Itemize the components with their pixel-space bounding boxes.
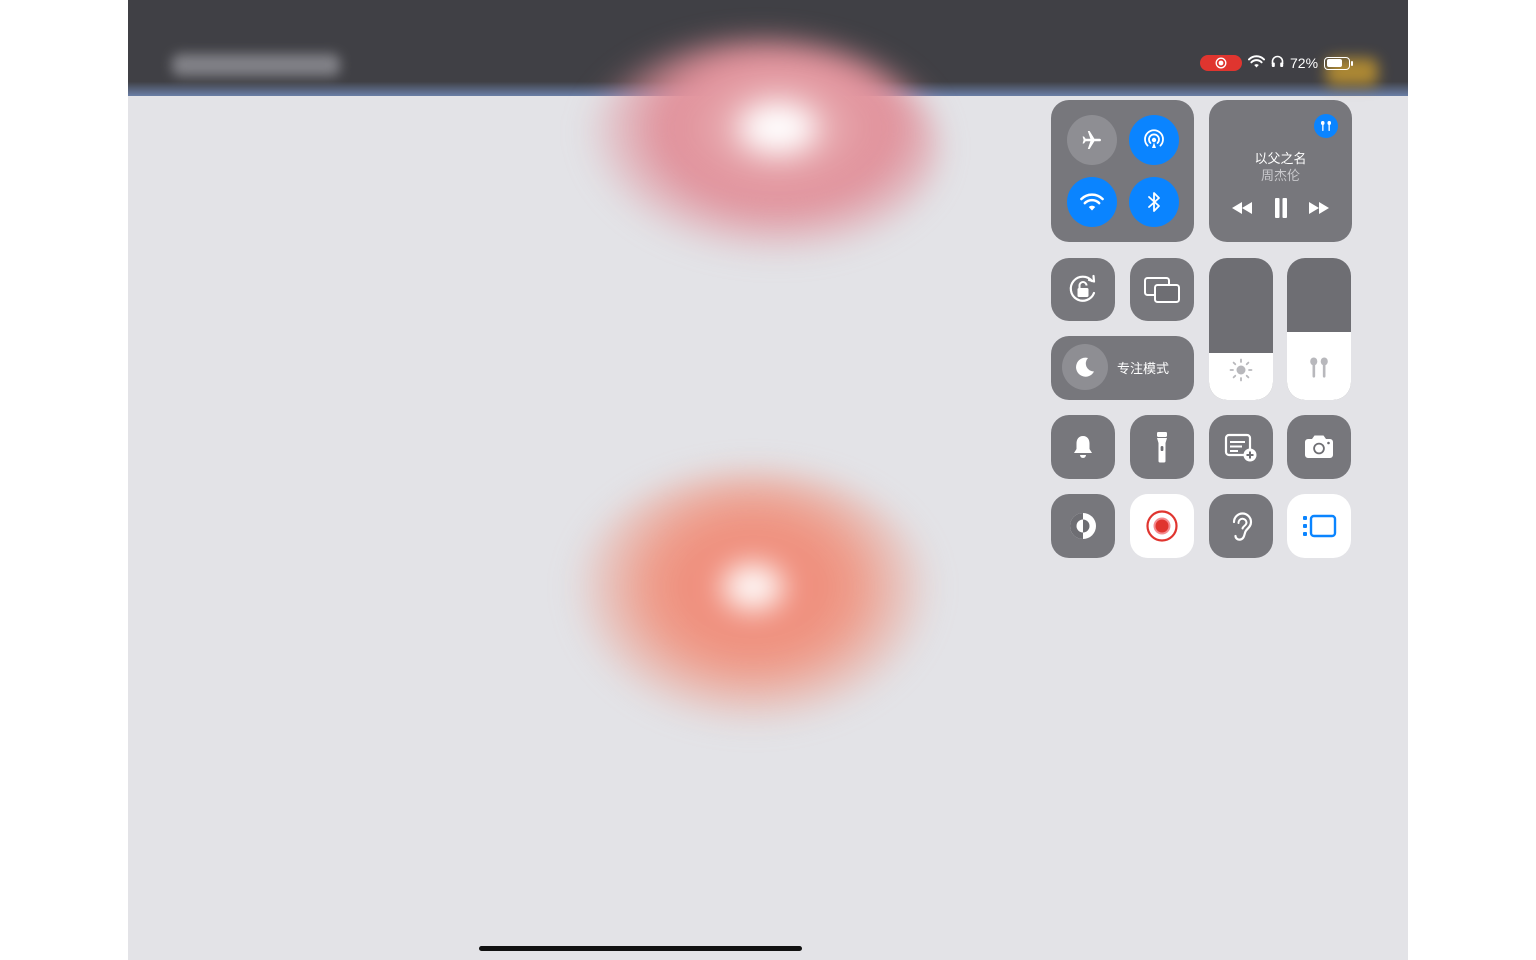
- fast-forward-icon: [1309, 202, 1329, 214]
- silent-mode-button[interactable]: [1051, 415, 1115, 479]
- sun-icon: [1229, 358, 1253, 382]
- blurred-lips-top: [580, 40, 940, 260]
- focus-mode-label: 专注模式: [1117, 362, 1170, 377]
- flashlight-button[interactable]: [1130, 415, 1194, 479]
- airdrop-icon: [1144, 129, 1164, 148]
- headphones-icon: [1271, 55, 1284, 71]
- airpods-icon: [1321, 121, 1331, 131]
- bluetooth-icon: [1148, 192, 1160, 212]
- rewind-button[interactable]: [1228, 196, 1256, 220]
- home-indicator[interactable]: [479, 946, 802, 951]
- airplane-icon: [1082, 131, 1101, 149]
- airpods-icon: [1310, 357, 1328, 378]
- airdrop-toggle[interactable]: [1129, 115, 1179, 165]
- brightness-slider[interactable]: [1209, 258, 1273, 400]
- rotation-lock-icon: [1069, 274, 1096, 302]
- battery-level-fill: [1326, 59, 1342, 67]
- quick-note-button[interactable]: [1209, 415, 1273, 479]
- flashlight-icon: [1157, 432, 1167, 463]
- hearing-icon: [1232, 512, 1253, 541]
- hearing-button[interactable]: [1209, 494, 1273, 558]
- blurred-lips-bottom: [568, 470, 938, 730]
- bluetooth-toggle[interactable]: [1129, 177, 1179, 227]
- airplane-mode-toggle[interactable]: [1067, 115, 1117, 165]
- screen-record-icon: [1146, 510, 1178, 542]
- pause-icon: [1275, 198, 1287, 218]
- dark-mode-icon: [1070, 513, 1096, 539]
- battery-percent: 72%: [1290, 55, 1319, 71]
- connectivity-module: [1051, 100, 1194, 242]
- focus-mode-button[interactable]: 专注模式: [1051, 336, 1194, 400]
- wifi-icon: [1080, 193, 1104, 211]
- rewind-icon: [1232, 202, 1252, 214]
- camera-icon: [1305, 435, 1333, 458]
- focus-icon-circle: [1062, 344, 1108, 390]
- dark-mode-button[interactable]: [1051, 494, 1115, 558]
- pause-button[interactable]: [1267, 196, 1295, 220]
- status-bar: 72%: [1200, 54, 1354, 72]
- orientation-lock-button[interactable]: [1051, 258, 1115, 321]
- wifi-toggle[interactable]: [1067, 177, 1117, 227]
- blurred-app-title: [172, 54, 340, 76]
- screen-record-button[interactable]: [1130, 494, 1194, 558]
- screen-mirroring-button[interactable]: [1130, 258, 1194, 321]
- screen-mirroring-icon: [1144, 276, 1180, 303]
- airpods-output-button[interactable]: [1314, 114, 1338, 138]
- now-playing-module[interactable]: 以父之名 周杰伦: [1209, 100, 1352, 242]
- quick-note-icon: [1224, 433, 1257, 462]
- stage-manager-icon: [1303, 514, 1337, 538]
- bell-icon: [1074, 436, 1092, 458]
- camera-button[interactable]: [1287, 415, 1351, 479]
- fast-forward-button[interactable]: [1305, 196, 1333, 220]
- moon-icon: [1076, 357, 1094, 377]
- screen-recording-icon[interactable]: [1200, 55, 1242, 71]
- wifi-icon: [1248, 55, 1265, 71]
- stage-manager-button[interactable]: [1287, 494, 1351, 558]
- battery-icon: [1324, 56, 1354, 70]
- now-playing-artist: 周杰伦: [1260, 169, 1300, 184]
- volume-slider[interactable]: [1287, 258, 1351, 400]
